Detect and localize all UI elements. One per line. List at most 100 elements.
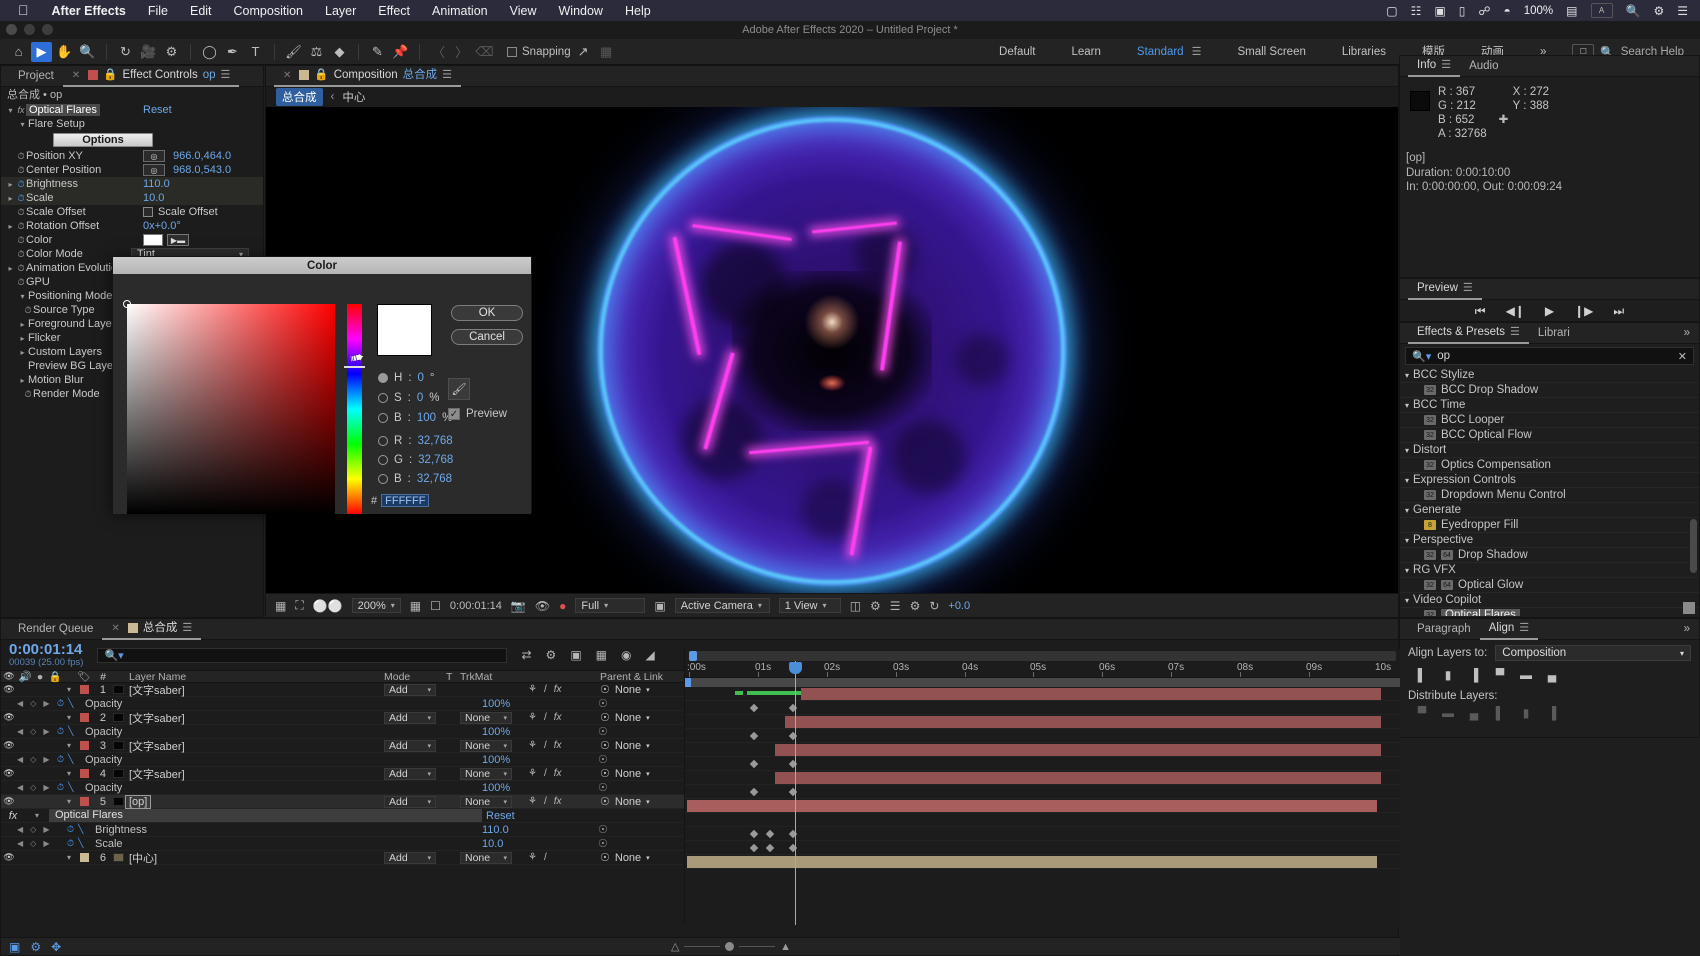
- keyframe-navigator[interactable]: ◀ ◇ ▶: [1, 755, 57, 764]
- property-value[interactable]: 110.0: [482, 824, 598, 836]
- effect-item[interactable]: 32 BCC Drop Shadow: [1400, 383, 1699, 398]
- red-value[interactable]: 32,768: [418, 435, 453, 447]
- chevron-down-icon[interactable]: ▾: [63, 685, 75, 694]
- layer-name[interactable]: [文字saber]: [125, 766, 384, 782]
- panel-menu-icon[interactable]: ☰: [1519, 618, 1529, 639]
- stopwatch-icon[interactable]: ⏱: [57, 782, 64, 793]
- play-icon[interactable]: ▶: [1545, 304, 1554, 318]
- previous-keyframe-icon[interactable]: ◀: [17, 699, 23, 708]
- screen-record-icon[interactable]: ▢: [1386, 4, 1397, 18]
- param-rotation-offset[interactable]: ▸ ⏱ Rotation Offset 0x+0.0°: [1, 219, 263, 233]
- chevron-down-icon[interactable]: ▾: [17, 120, 28, 129]
- green-row[interactable]: G: 32,768: [378, 454, 453, 466]
- next-keyframe-icon[interactable]: ▶: [43, 839, 49, 848]
- panel-menu-icon[interactable]: ☰: [1463, 278, 1473, 299]
- param-position-xy-value[interactable]: 966.0,464.0: [173, 150, 231, 162]
- chevron-down-icon[interactable]: ▾: [25, 811, 49, 820]
- snap-grid-icon[interactable]: ▦: [596, 42, 617, 62]
- frame-render-time-icon[interactable]: ⚙: [30, 940, 41, 954]
- panel-overflow-icon[interactable]: »: [1675, 323, 1699, 344]
- fast-previews-icon[interactable]: ⚙: [870, 599, 881, 613]
- timeline-search-field[interactable]: 🔍▾: [97, 647, 508, 663]
- panel-menu-icon[interactable]: ☰: [442, 65, 452, 86]
- table-row-selected[interactable]: 👁 ▾ 5 [op] Add ▾ None ▾ ⚘ / fx ☉ None ▾: [1, 794, 684, 809]
- 3d-view-icon[interactable]: ⚪⚪: [313, 599, 343, 613]
- options-button[interactable]: Options: [53, 133, 153, 147]
- rotation-tool-icon[interactable]: ↻: [115, 42, 136, 62]
- notification-center-icon[interactable]: ☰: [1677, 4, 1688, 18]
- table-row[interactable]: 👁 ▾ 2 [文字saber] Add ▾ None ▾ ⚘ / fx ☉ None ▾: [1, 711, 684, 725]
- chevron-right-icon[interactable]: ▸: [5, 264, 16, 273]
- next-keyframe-icon[interactable]: ▶: [43, 825, 49, 834]
- stopwatch-icon[interactable]: ⏱: [16, 277, 26, 288]
- menu-file[interactable]: File: [137, 4, 179, 18]
- lock-icon[interactable]: 🔒: [314, 65, 328, 86]
- align-left-icon[interactable]: ▌: [1414, 668, 1430, 682]
- property-stopwatch[interactable]: ⏱ ╲: [57, 726, 79, 737]
- layer-mode-dropdown[interactable]: Add ▾: [384, 767, 446, 780]
- property-value[interactable]: 100%: [482, 726, 598, 738]
- work-area-start-handle[interactable]: [689, 651, 697, 661]
- pickwhip-icon[interactable]: ☉: [600, 851, 610, 864]
- input-source-icon[interactable]: ▣: [1434, 4, 1445, 18]
- menu-view[interactable]: View: [499, 4, 548, 18]
- brush-tool-icon[interactable]: 🖌: [283, 42, 304, 62]
- effects-scrollbar[interactable]: [1690, 519, 1697, 573]
- current-time-indicator[interactable]: [795, 661, 796, 925]
- layer-mode-dropdown[interactable]: Add ▾: [384, 683, 446, 696]
- chevron-right-icon[interactable]: ▸: [5, 222, 16, 231]
- blue-radio[interactable]: [378, 474, 388, 484]
- align-vertical-center-icon[interactable]: ▬: [1518, 668, 1534, 682]
- panel-menu-icon[interactable]: ☰: [1510, 322, 1520, 343]
- close-tab-icon[interactable]: ✕: [72, 65, 80, 86]
- layer-name[interactable]: [文字saber]: [125, 738, 384, 754]
- previous-keyframe-icon[interactable]: ◀: [17, 783, 23, 792]
- effects-icon[interactable]: fx: [554, 768, 562, 779]
- param-scale-value[interactable]: 10.0: [143, 192, 164, 204]
- property-stopwatch[interactable]: ⏱ ╲: [67, 838, 89, 849]
- next-keyframe-icon[interactable]: ▶: [43, 755, 49, 764]
- position-xy-picker-icon[interactable]: ◎: [143, 150, 165, 162]
- bluetooth-icon[interactable]: ☍: [1478, 4, 1490, 18]
- channel-icon[interactable]: ●: [559, 599, 566, 613]
- hex-input[interactable]: FFFFFF: [381, 494, 430, 507]
- menu-help[interactable]: Help: [614, 4, 662, 18]
- track-row[interactable]: [685, 715, 1400, 729]
- distribute-left-icon[interactable]: ▌: [1492, 706, 1508, 720]
- panel-menu-icon[interactable]: ☰: [1441, 55, 1451, 76]
- align-left-icon[interactable]: 〈: [428, 42, 449, 62]
- menu-edit[interactable]: Edit: [179, 4, 223, 18]
- color-saturation-brightness-field[interactable]: [123, 300, 335, 514]
- zoom-level-dropdown[interactable]: 200% ▾: [351, 598, 401, 613]
- previous-keyframe-icon[interactable]: ◀: [17, 727, 23, 736]
- table-row[interactable]: 👁 ▾ 4 [文字saber] Add ▾ None ▾ ⚘ / fx ☉ None ▾: [1, 767, 684, 781]
- tab-audio[interactable]: Audio: [1460, 56, 1507, 77]
- param-center-position[interactable]: ⏱ Center Position ◎ 968.0,543.0: [1, 163, 263, 177]
- timeline-zoom-control[interactable]: △ ▲: [671, 940, 791, 954]
- graph-icon[interactable]: ╲: [78, 824, 83, 835]
- resolution-dropdown[interactable]: Full ▾: [575, 598, 646, 613]
- previous-keyframe-icon[interactable]: ◀: [17, 825, 23, 834]
- menu-window[interactable]: Window: [548, 4, 614, 18]
- keyframe-navigator[interactable]: ◀ ◇ ▶: [1, 783, 57, 792]
- align-bottom-icon[interactable]: ▄: [1544, 668, 1560, 682]
- layer-parent[interactable]: ☉ None ▾: [600, 739, 684, 753]
- group-flare-setup[interactable]: ▾ Flare Setup: [1, 117, 263, 131]
- property-value[interactable]: 100%: [482, 754, 598, 766]
- scale-offset-checkbox[interactable]: [143, 207, 153, 217]
- hue-slider[interactable]: [344, 304, 365, 514]
- track-row[interactable]: [685, 743, 1400, 757]
- keyframe-navigator[interactable]: ◀ ◇ ▶: [1, 825, 57, 834]
- layer-parent[interactable]: ☉ None ▾: [600, 851, 684, 865]
- property-value[interactable]: 10.0: [482, 838, 598, 850]
- align-center-icon[interactable]: 〉: [451, 42, 472, 62]
- graph-icon[interactable]: ╲: [68, 698, 73, 709]
- previous-frame-icon[interactable]: ◀❙: [1506, 304, 1525, 318]
- quality-icon[interactable]: /: [544, 768, 547, 779]
- effects-icon[interactable]: fx: [554, 712, 562, 723]
- effect-item[interactable]: 32 64 Optical Glow: [1400, 578, 1699, 593]
- property-pickwhip[interactable]: ☉: [598, 823, 684, 836]
- selection-tool-icon[interactable]: ▶: [31, 41, 52, 62]
- keyframe-navigator[interactable]: ◀ ◇ ▶: [1, 727, 57, 736]
- panel-menu-icon[interactable]: ☰: [182, 618, 192, 639]
